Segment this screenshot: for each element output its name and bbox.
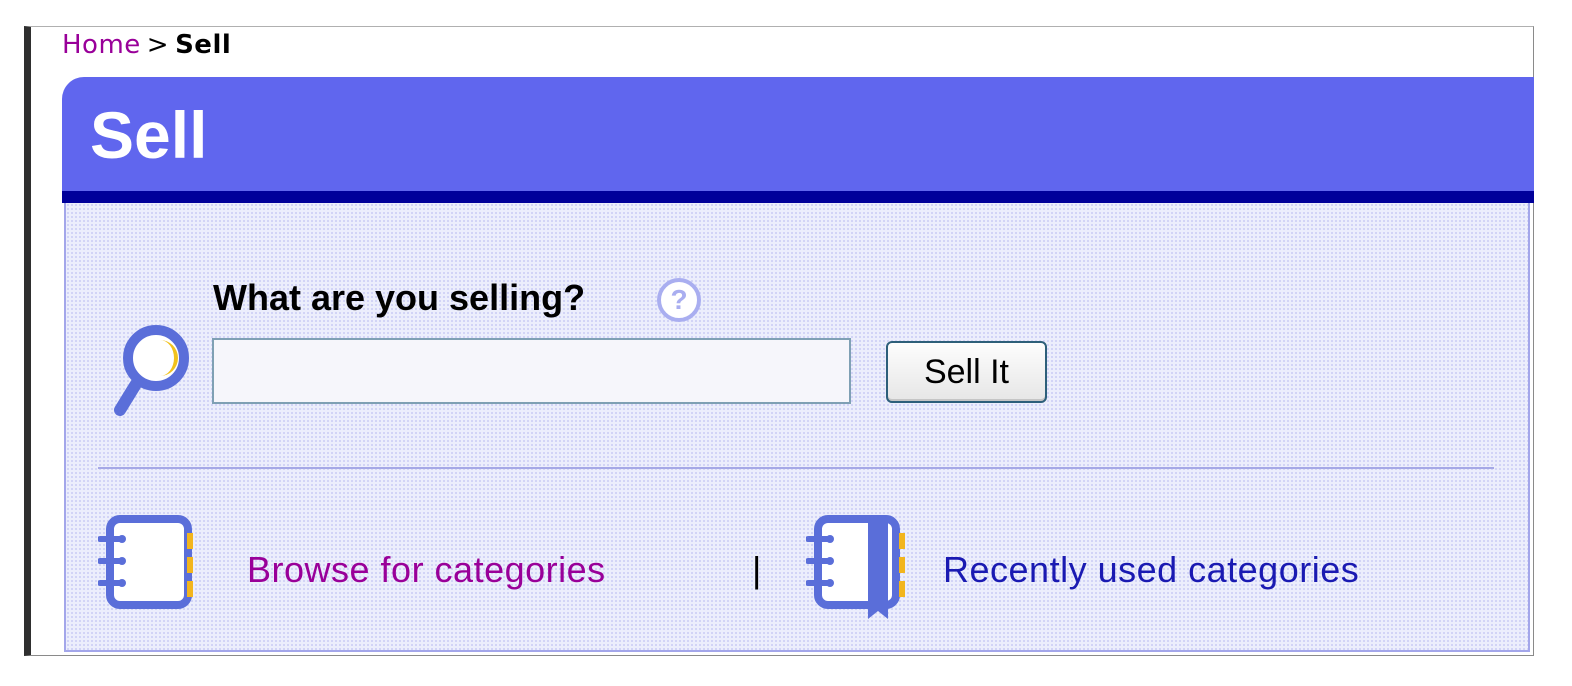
browse-categories-link[interactable]: Browse for categories bbox=[247, 548, 606, 592]
breadcrumb-home-link[interactable]: Home bbox=[62, 30, 141, 60]
page-title: Sell bbox=[90, 98, 208, 172]
question-label: What are you selling? bbox=[213, 277, 586, 318]
breadcrumb-current: Sell bbox=[175, 30, 232, 60]
page-header: Sell bbox=[62, 77, 1534, 192]
recent-categories-link[interactable]: Recently used categories bbox=[943, 548, 1359, 592]
svg-text:?: ? bbox=[670, 284, 687, 315]
notebook-bookmark-icon bbox=[806, 515, 905, 619]
magnifier-icon bbox=[114, 325, 189, 416]
breadcrumb-separator: > bbox=[146, 30, 170, 60]
sell-item-input[interactable] bbox=[212, 338, 851, 404]
section-divider bbox=[98, 467, 1494, 469]
notebook-icon bbox=[98, 515, 193, 609]
header-rule bbox=[62, 191, 1534, 203]
breadcrumb: Home > Sell bbox=[62, 29, 231, 61]
links-separator: | bbox=[752, 549, 762, 590]
help-icon[interactable]: ? bbox=[655, 276, 703, 324]
sell-it-button[interactable]: Sell It bbox=[886, 341, 1047, 403]
